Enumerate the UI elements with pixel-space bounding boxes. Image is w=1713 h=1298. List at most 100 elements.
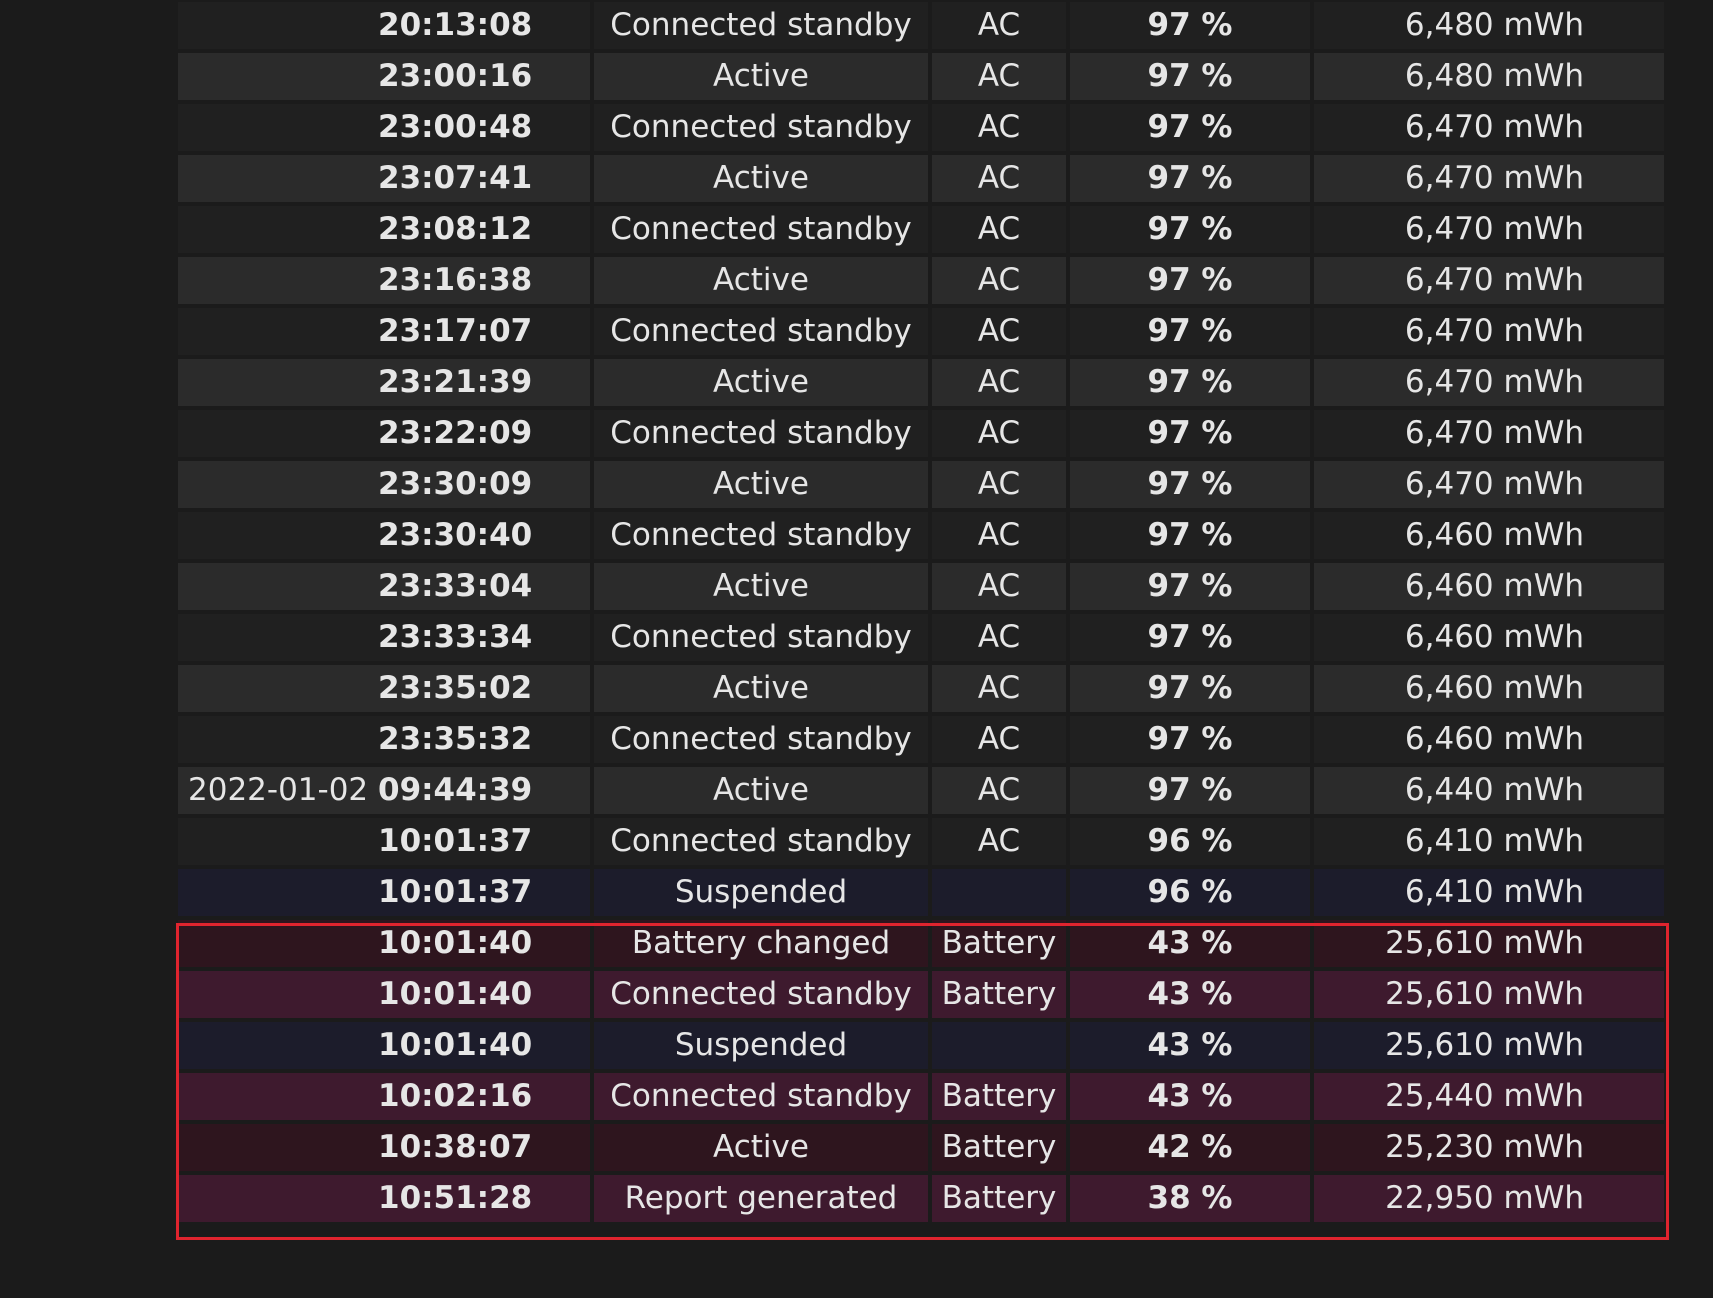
date-time-cell: 23:35:02 [178,665,590,712]
percent-cell: 43 % [1070,971,1310,1018]
source-cell: AC [932,614,1066,661]
time-label: 23:17:07 [378,313,533,349]
table-row: 10:01:40 Battery changed Battery 43 % 25,610… [178,920,1664,967]
table-row: 23:22:09 Connected standby AC 97 % 6,470 mWh [178,410,1664,457]
state-cell: Connected standby [594,2,928,49]
state-cell: Active [594,461,928,508]
state-cell: Report generated [594,1175,928,1222]
state-cell: Connected standby [594,971,928,1018]
source-cell: AC [932,716,1066,763]
percent-cell: 97 % [1070,104,1310,151]
date-time-cell: 10:01:40 [178,1022,590,1069]
state-cell: Active [594,257,928,304]
capacity-cell: 25,440 mWh [1314,1073,1664,1120]
time-label: 23:30:09 [378,466,533,502]
source-cell: Battery [932,1175,1066,1222]
source-cell: AC [932,410,1066,457]
time-label: 23:07:41 [378,160,533,196]
state-cell: Connected standby [594,206,928,253]
source-cell: AC [932,359,1066,406]
time-label: 10:01:40 [378,1027,533,1063]
table-row: 23:00:48 Connected standby AC 97 % 6,470 mWh [178,104,1664,151]
source-cell: AC [932,104,1066,151]
percent-cell: 42 % [1070,1124,1310,1171]
table-row: 10:01:37 Connected standby AC 96 % 6,410 mWh [178,818,1664,865]
date-time-cell: 10:02:16 [178,1073,590,1120]
source-cell: AC [932,818,1066,865]
time-label: 23:21:39 [378,364,533,400]
date-label: 2022-01-02 [188,772,369,808]
date-time-cell: 23:07:41 [178,155,590,202]
time-label: 09:44:39 [378,772,533,808]
time-label: 23:16:38 [378,262,533,298]
capacity-cell: 6,480 mWh [1314,2,1664,49]
capacity-cell: 6,410 mWh [1314,869,1664,916]
state-cell: Connected standby [594,308,928,355]
source-cell [932,869,1066,916]
date-time-cell: 10:01:37 [178,869,590,916]
date-time-cell: 23:00:16 [178,53,590,100]
percent-cell: 43 % [1070,920,1310,967]
capacity-cell: 6,480 mWh [1314,53,1664,100]
source-cell: AC [932,53,1066,100]
capacity-cell: 6,470 mWh [1314,359,1664,406]
capacity-cell: 25,610 mWh [1314,971,1664,1018]
table-row: 23:16:38 Active AC 97 % 6,470 mWh [178,257,1664,304]
date-time-cell: 20:13:08 [178,2,590,49]
percent-cell: 97 % [1070,614,1310,661]
percent-cell: 97 % [1070,257,1310,304]
state-cell: Active [594,155,928,202]
source-cell: Battery [932,1073,1066,1120]
state-cell: Suspended [594,1022,928,1069]
capacity-cell: 6,470 mWh [1314,206,1664,253]
table-row: 23:08:12 Connected standby AC 97 % 6,470 mWh [178,206,1664,253]
capacity-cell: 6,470 mWh [1314,155,1664,202]
state-cell: Connected standby [594,818,928,865]
percent-cell: 97 % [1070,206,1310,253]
time-label: 23:35:02 [378,670,533,706]
percent-cell: 97 % [1070,665,1310,712]
capacity-cell: 6,470 mWh [1314,257,1664,304]
capacity-cell: 6,460 mWh [1314,614,1664,661]
table-row: 10:38:07 Active Battery 42 % 25,230 mWh [178,1124,1664,1171]
percent-cell: 97 % [1070,563,1310,610]
battery-report-page: 20:13:08 Connected standby AC 97 % 6,480 mWh… [0,0,1713,1298]
percent-cell: 96 % [1070,869,1310,916]
state-cell: Active [594,359,928,406]
table-row: 10:51:28 Report generated Battery 38 % 22,95… [178,1175,1664,1222]
state-cell: Suspended [594,869,928,916]
date-time-cell: 23:16:38 [178,257,590,304]
source-cell: AC [932,308,1066,355]
percent-cell: 97 % [1070,308,1310,355]
source-cell: Battery [932,920,1066,967]
table-row: 23:21:39 Active AC 97 % 6,470 mWh [178,359,1664,406]
table-row: 20:13:08 Connected standby AC 97 % 6,480 mWh [178,2,1664,49]
percent-cell: 97 % [1070,53,1310,100]
state-cell: Active [594,563,928,610]
date-time-cell: 23:00:48 [178,104,590,151]
percent-cell: 97 % [1070,155,1310,202]
percent-cell: 43 % [1070,1073,1310,1120]
date-time-cell: 23:08:12 [178,206,590,253]
percent-cell: 97 % [1070,359,1310,406]
table-row: 10:02:16 Connected standby Battery 43 % 25,4… [178,1073,1664,1120]
state-cell: Connected standby [594,1073,928,1120]
capacity-cell: 25,610 mWh [1314,920,1664,967]
capacity-cell: 6,410 mWh [1314,818,1664,865]
state-cell: Battery changed [594,920,928,967]
table-row: 10:01:40 Connected standby Battery 43 % 25,6… [178,971,1664,1018]
date-time-cell: 10:01:37 [178,818,590,865]
table-row: 2022-01-02 09:44:39 Active AC 97 % 6,440 mWh [178,767,1664,814]
percent-cell: 38 % [1070,1175,1310,1222]
date-time-cell: 10:01:40 [178,971,590,1018]
capacity-cell: 25,610 mWh [1314,1022,1664,1069]
time-label: 10:01:37 [378,823,533,859]
percent-cell: 97 % [1070,767,1310,814]
capacity-cell: 6,460 mWh [1314,665,1664,712]
time-label: 10:01:40 [378,976,533,1012]
source-cell: AC [932,665,1066,712]
source-cell: AC [932,767,1066,814]
state-cell: Connected standby [594,614,928,661]
state-cell: Active [594,1124,928,1171]
recent-usage-table-body: 20:13:08 Connected standby AC 97 % 6,480 mWh… [178,2,1664,1222]
